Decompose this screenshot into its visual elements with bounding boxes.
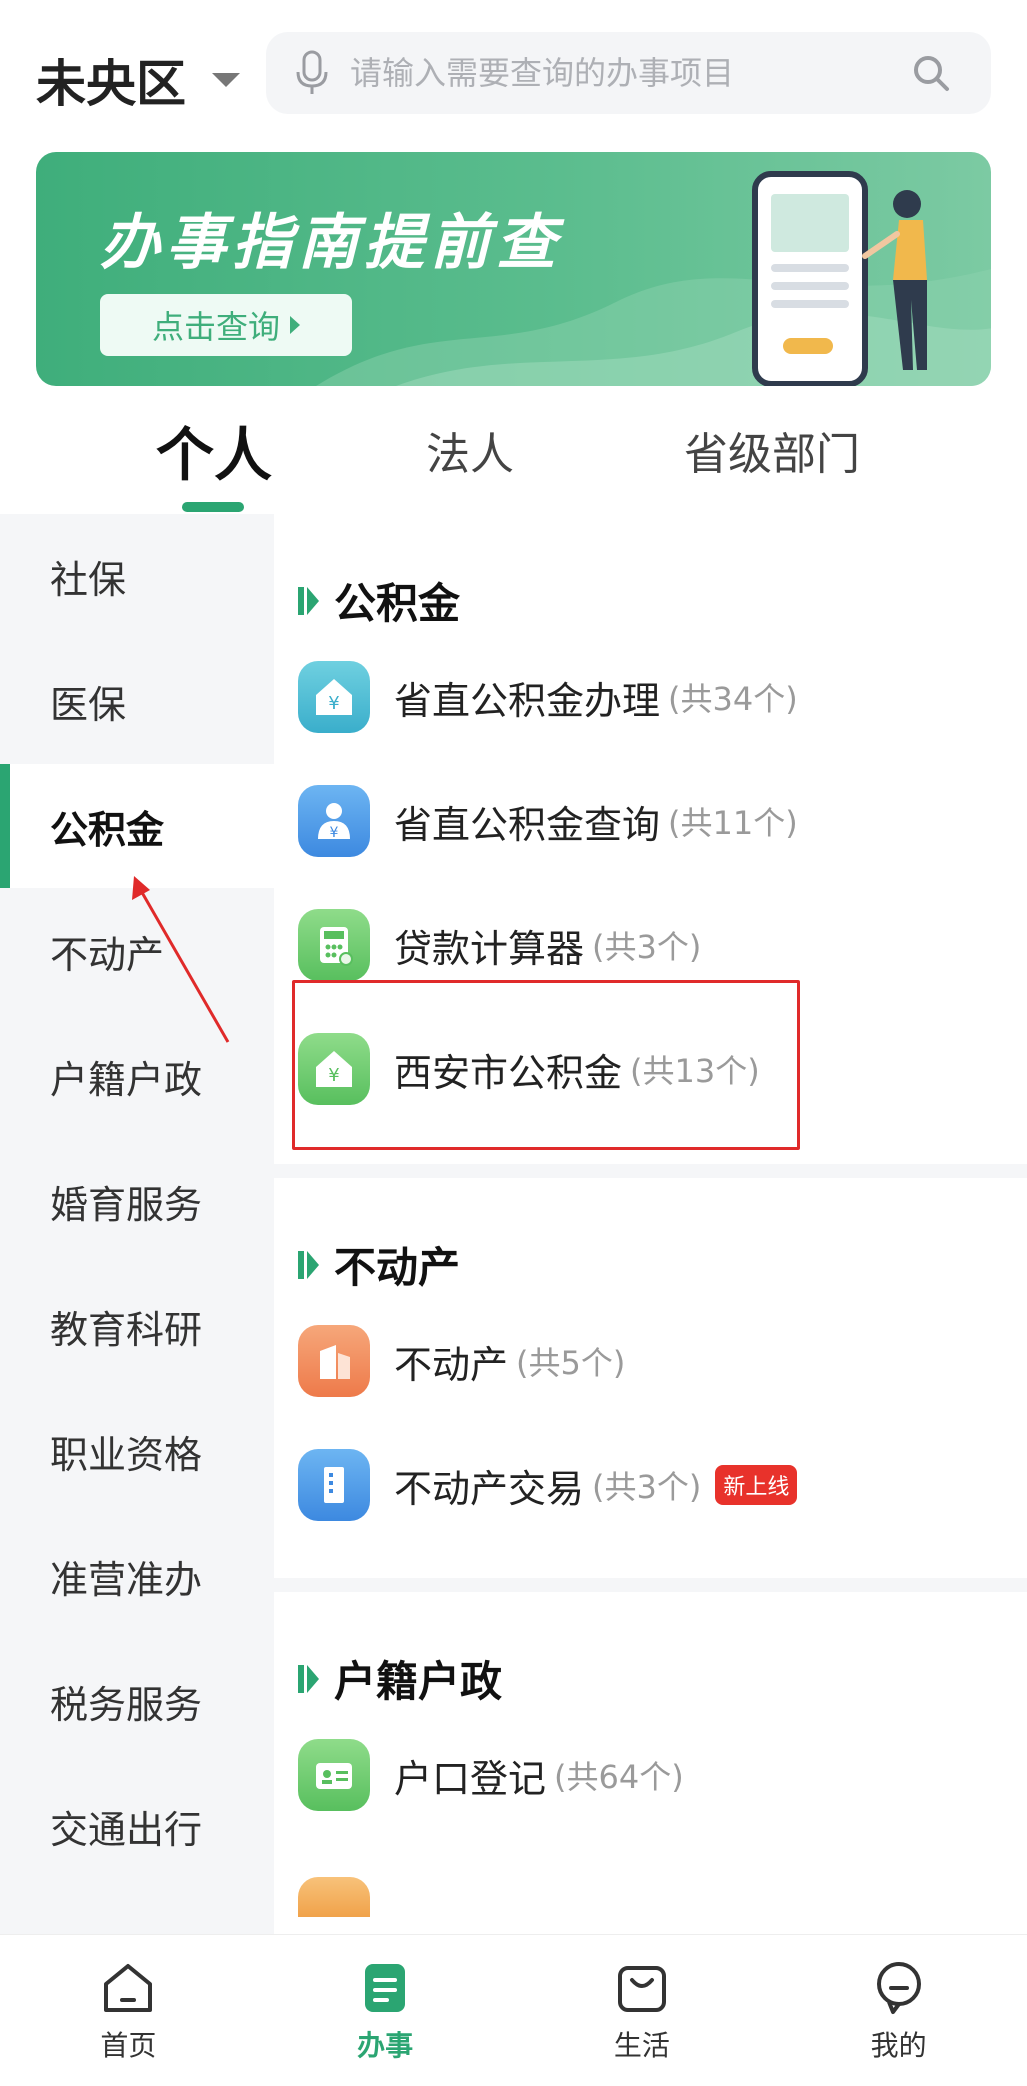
person-yuan-icon: ¥ (298, 785, 370, 857)
svg-text:¥: ¥ (330, 825, 339, 841)
sidebar-item-qualifications[interactable]: 职业资格 (0, 1389, 274, 1513)
document-icon (365, 1963, 406, 2012)
section-header: 不动产 (298, 1234, 460, 1295)
item-count: (共3个) (592, 1468, 702, 1506)
item-label: 省直公积金办理 (394, 678, 661, 723)
list-item[interactable]: ¥ 省直公积金办理 (共34个) (298, 654, 798, 740)
district-selector[interactable]: 未央区 (36, 44, 240, 116)
nav-label: 我的 (870, 2028, 927, 2062)
sidebar-item-marriage-birth[interactable]: 婚育服务 (0, 1139, 274, 1263)
home-icon (104, 1963, 153, 2012)
new-badge: 新上线 (715, 1465, 798, 1505)
bag-icon (617, 1965, 666, 2012)
annotation-arrow-icon (132, 876, 230, 1043)
list-item[interactable]: 贷款计算器 (共3个) (298, 902, 701, 988)
top-header: 未央区 (0, 0, 1027, 150)
tab-active-indicator (182, 502, 244, 512)
item-label: 不动产交易 (394, 1466, 585, 1511)
list-item[interactable]: ¥ 省直公积金查询 (共11个) (298, 778, 798, 864)
list-item[interactable]: 不动产 (共5个) (298, 1318, 625, 1404)
tab-personal[interactable]: 个人 (156, 408, 272, 492)
caret-down-icon (212, 73, 240, 87)
item-count: (共3个) (592, 928, 702, 966)
list-item-partial[interactable] (298, 1854, 394, 1934)
sidebar-item-social-security[interactable]: 社保 (0, 514, 274, 638)
house-yuan-icon: ¥ (298, 661, 370, 733)
sidebar-item-tax[interactable]: 税务服务 (0, 1639, 274, 1763)
list-item[interactable]: 不动产交易 (共3个) 新上线 (298, 1442, 798, 1528)
annotation-highlight-box (292, 980, 800, 1150)
item-count: (共34个) (668, 680, 798, 718)
section-title: 公积金 (334, 579, 461, 628)
nav-life[interactable]: 生活 (514, 1935, 771, 2086)
service-list[interactable]: 公积金 ¥ 省直公积金办理 (共34个) ¥ 省直公积金查询 (共11个) 贷款… (274, 514, 1027, 1934)
section-header: 公积金 (298, 570, 460, 631)
category-tabs: 个人 法人 省级部门 (0, 390, 1027, 514)
search-bar[interactable] (266, 32, 991, 114)
tab-provincial-departments[interactable]: 省级部门 (684, 418, 860, 482)
section-real-estate: 不动产 不动产 (共5个) 不动产交易 (共3个) 新上线 (274, 1178, 1027, 1578)
sidebar-active-indicator (0, 764, 10, 888)
section-title: 不动产 (334, 1243, 461, 1292)
section-marker-icon (298, 1250, 319, 1279)
nav-label: 生活 (613, 2028, 670, 2062)
search-input[interactable] (350, 54, 911, 92)
category-sidebar[interactable]: 社保 医保 公积金 不动产 户籍户政 婚育服务 教育科研 职业资格 准营准办 税… (0, 514, 274, 1934)
item-label: 户口登记 (394, 1756, 547, 1801)
phone-illustration (752, 171, 927, 386)
item-count: (共5个) (516, 1344, 626, 1382)
id-card-icon (298, 1739, 370, 1811)
item-count: (共64个) (554, 1758, 684, 1796)
calculator-icon (298, 909, 370, 981)
profile-icon (876, 1961, 921, 2014)
banner-query-button[interactable]: 点击查询 (100, 294, 352, 356)
sidebar-item-education[interactable]: 教育科研 (0, 1264, 274, 1388)
item-label: 不动产 (394, 1342, 509, 1387)
nav-services[interactable]: 办事 (257, 1935, 514, 2086)
banner-title: 办事指南提前查 (100, 208, 562, 278)
door-icon (298, 1449, 370, 1521)
tab-legal-person[interactable]: 法人 (426, 418, 514, 482)
nav-home[interactable]: 首页 (0, 1935, 257, 2086)
section-marker-icon (298, 1664, 319, 1693)
sidebar-item-medical-insurance[interactable]: 医保 (0, 639, 274, 763)
banner-button-label: 点击查询 (151, 308, 280, 346)
list-item[interactable]: 户口登记 (共64个) (298, 1732, 684, 1818)
nav-label: 首页 (100, 2028, 157, 2062)
section-title: 户籍户政 (334, 1657, 503, 1706)
section-marker-icon (298, 586, 319, 615)
document-orange-icon (298, 1877, 370, 1917)
item-count: (共11个) (668, 804, 798, 842)
sidebar-item-transport[interactable]: 交通出行 (0, 1764, 274, 1888)
play-arrow-icon (290, 316, 300, 334)
section-household-registration: 户籍户政 户口登记 (共64个) (274, 1592, 1027, 1934)
item-label: 省直公积金查询 (394, 802, 661, 847)
guide-banner[interactable]: 办事指南提前查 点击查询 (36, 152, 991, 386)
section-header: 户籍户政 (298, 1648, 502, 1709)
nav-label: 办事 (357, 2028, 414, 2062)
building-icon (298, 1325, 370, 1397)
nav-profile[interactable]: 我的 (770, 1935, 1027, 2086)
sidebar-item-business-permits[interactable]: 准营准办 (0, 1514, 274, 1638)
svg-text:¥: ¥ (328, 693, 339, 714)
bottom-navigation: 首页 办事 生活 我的 (0, 1934, 1027, 2086)
item-label: 贷款计算器 (394, 926, 585, 971)
search-icon[interactable] (911, 53, 951, 93)
microphone-icon[interactable] (292, 48, 332, 98)
district-label: 未央区 (36, 55, 186, 113)
